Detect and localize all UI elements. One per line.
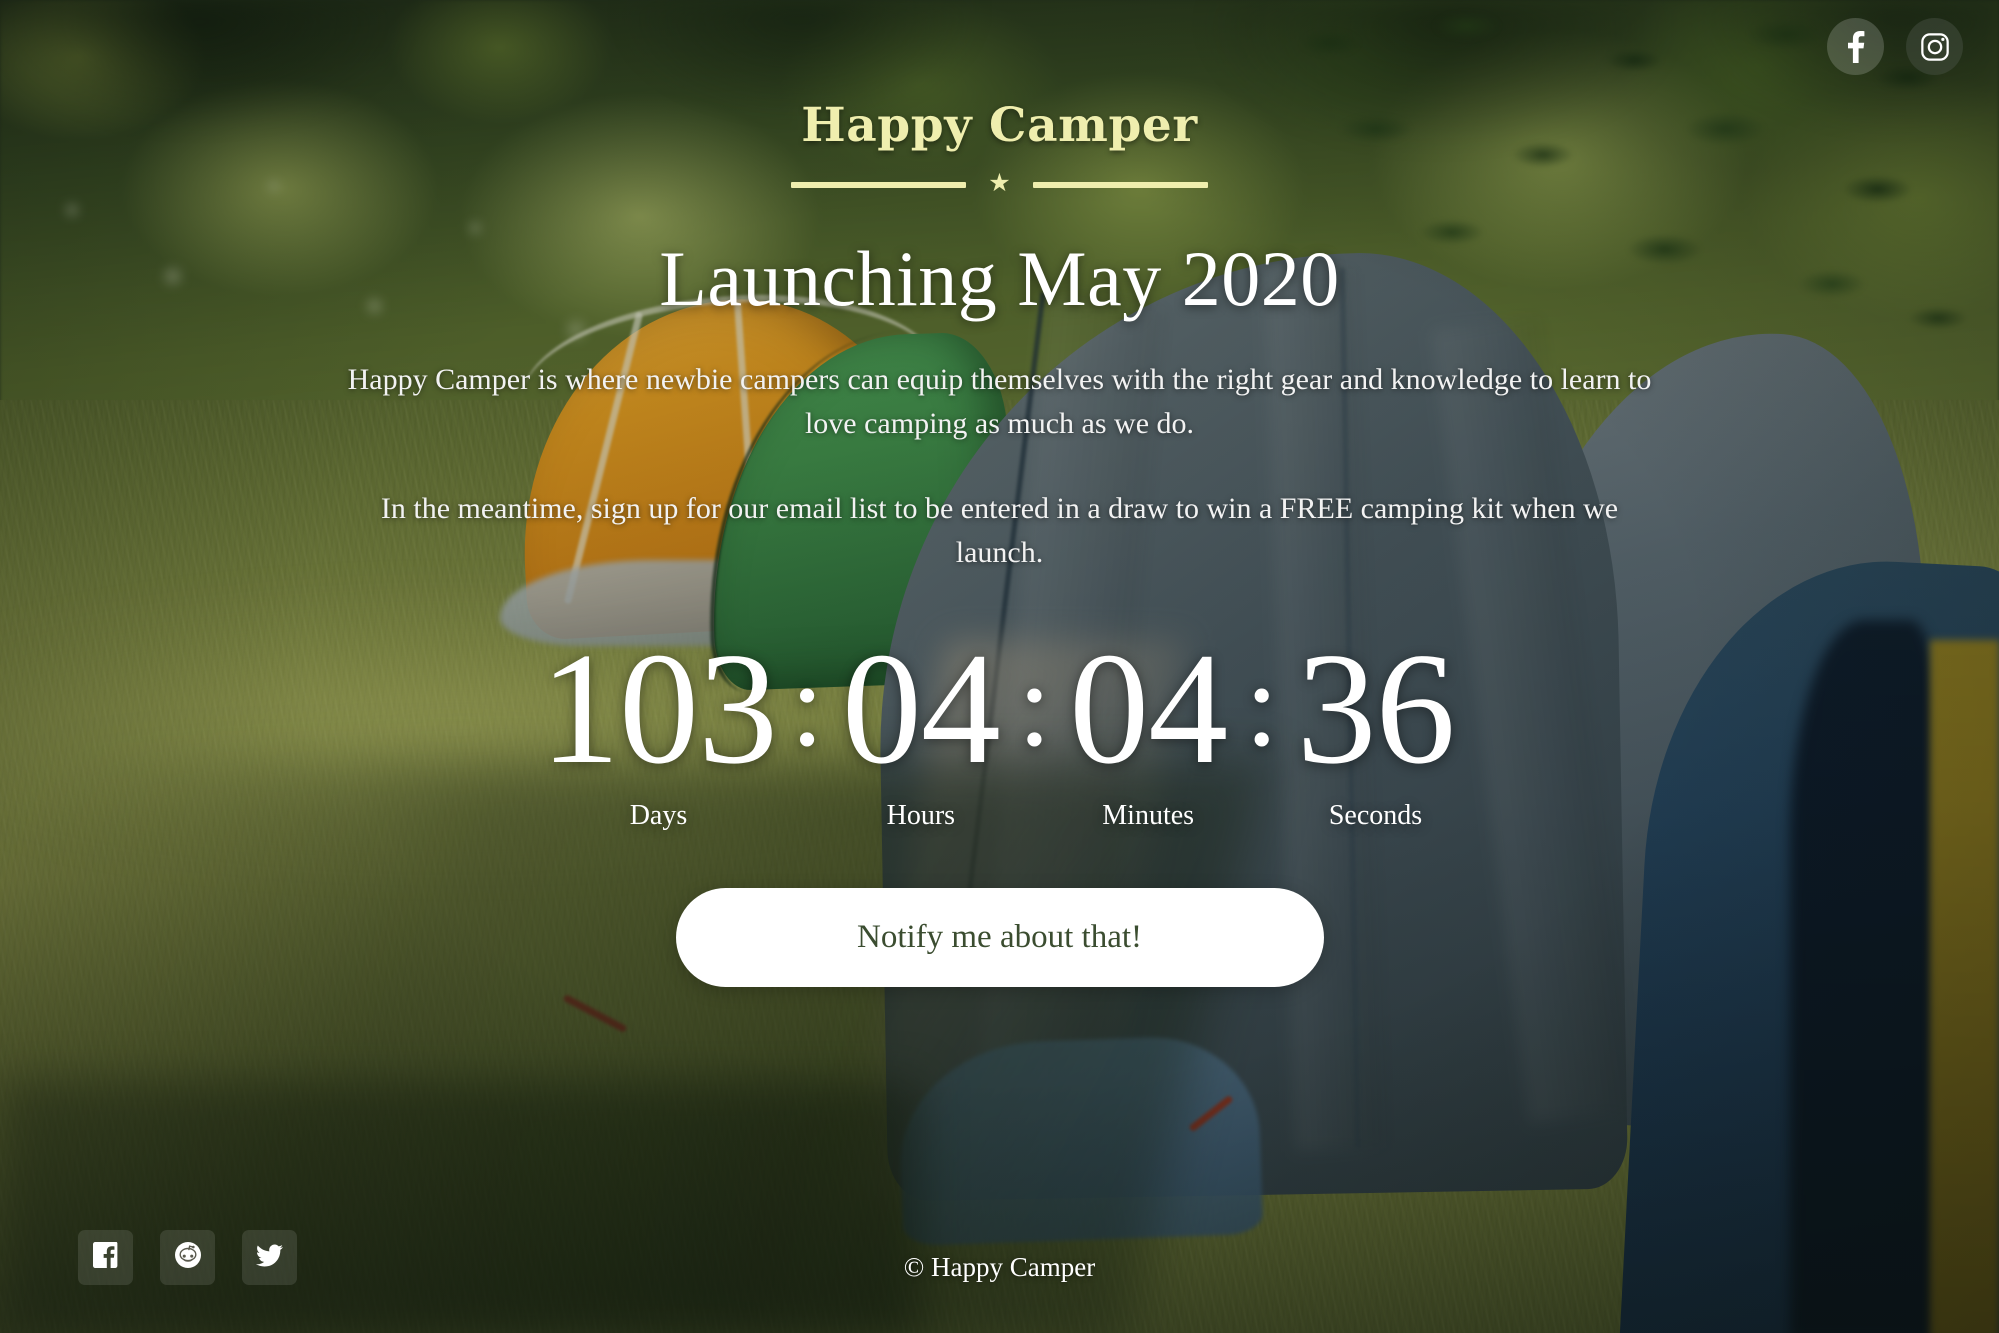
divider-bar-right — [1032, 181, 1208, 188]
intro-paragraph: Happy Camper is where newbie campers can… — [347, 363, 1652, 441]
divider-bar-left — [791, 181, 967, 188]
footer-share-links — [78, 1230, 297, 1285]
countdown-separator: : — [1017, 637, 1052, 771]
header-instagram-link[interactable] — [1906, 18, 1963, 75]
cta-wrapper: Notify me about that! — [320, 887, 1680, 987]
facebook-icon — [92, 1242, 119, 1273]
countdown-seconds: 36 Seconds — [1291, 618, 1461, 832]
share-reddit-button[interactable] — [160, 1230, 215, 1285]
signup-paragraph: In the meantime, sign up for our email l… — [380, 491, 1619, 570]
header-facebook-link[interactable] — [1827, 18, 1884, 75]
site-logo: Happy Camper — [801, 98, 1198, 153]
countdown-minutes: 04 Minutes — [1063, 618, 1233, 832]
page-title: Launching May 2020 — [659, 235, 1340, 322]
page-content: Happy Camper ★ Launching May 2020 Happy … — [0, 0, 1999, 1333]
countdown-days-value: 103 — [539, 618, 778, 797]
countdown-minutes-value: 04 — [1069, 618, 1228, 797]
instagram-icon — [1920, 32, 1950, 62]
countdown-hours-label: Hours — [886, 799, 956, 831]
header-social-links — [1827, 18, 1963, 75]
countdown-seconds-label: Seconds — [1328, 799, 1423, 831]
star-divider: ★ — [790, 170, 1210, 197]
countdown-minutes-label: Minutes — [1102, 799, 1195, 831]
countdown-days-label: Days — [629, 799, 688, 831]
countdown-days: 103 Days — [538, 618, 778, 832]
hero-section: Happy Camper ★ Launching May 2020 Happy … — [320, 0, 1680, 987]
share-twitter-button[interactable] — [242, 1230, 297, 1285]
share-facebook-button[interactable] — [78, 1230, 133, 1285]
countdown-timer: 103 Days : 04 Hours : 04 Minutes : 36 Se… — [320, 618, 1680, 832]
notify-me-button[interactable]: Notify me about that! — [675, 887, 1324, 987]
countdown-row: 103 Days : 04 Hours : 04 Minutes : 36 Se… — [320, 618, 1680, 832]
countdown-hours: 04 Hours — [836, 618, 1006, 832]
countdown-separator: : — [1245, 637, 1279, 771]
twitter-icon — [255, 1242, 283, 1274]
facebook-icon — [1847, 30, 1865, 63]
countdown-separator: : — [790, 637, 824, 771]
star-icon: ★ — [988, 170, 1011, 197]
reddit-icon — [174, 1242, 201, 1273]
footer-copyright: © Happy Camper — [903, 1252, 1096, 1282]
countdown-hours-value: 04 — [841, 618, 1001, 797]
countdown-seconds-value: 36 — [1296, 618, 1456, 797]
